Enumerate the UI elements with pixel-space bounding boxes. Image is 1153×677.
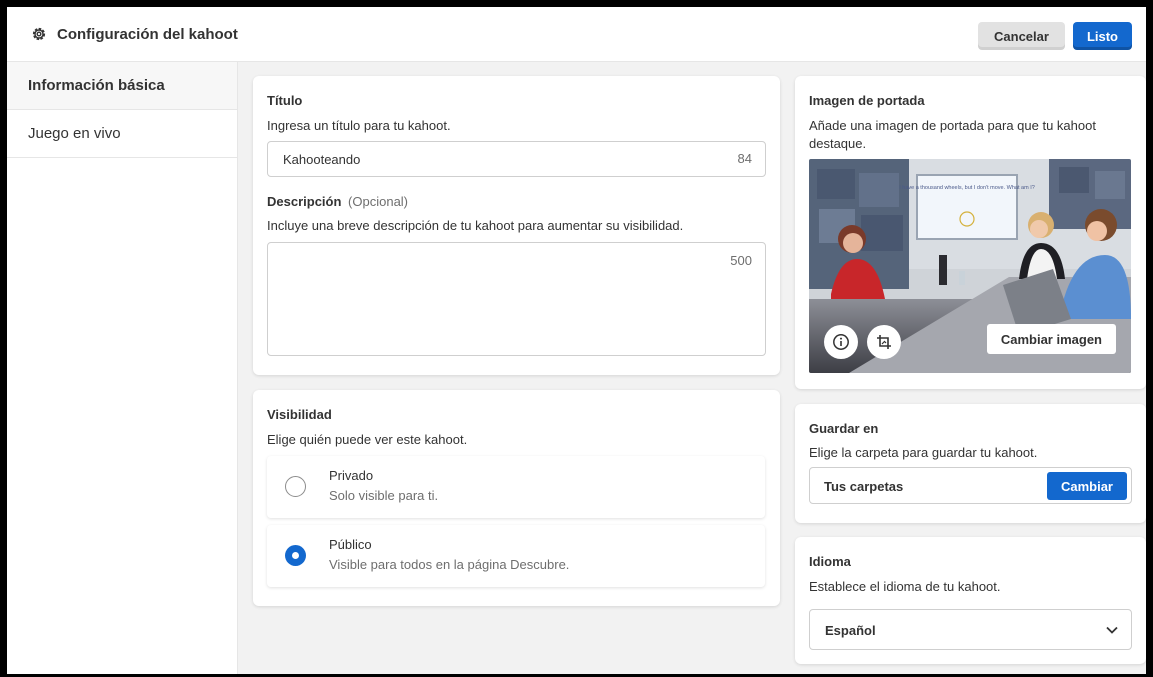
change-folder-button[interactable]: Cambiar [1046,472,1127,500]
sidebar-item-live-game[interactable]: Juego en vivo [7,110,237,158]
cover-image-card: Imagen de portada Añade una imagen de po… [795,76,1146,389]
title-hint: Ingresa un título para tu kahoot. [267,118,451,133]
visibility-option-private[interactable]: Privado Solo visible para ti. [267,456,765,518]
title-input[interactable]: Kahooteando 84 [267,141,766,177]
public-label: Público [329,537,372,552]
crop-icon [877,335,891,349]
description-textarea[interactable]: 500 [267,242,766,356]
language-card: Idioma Establece el idioma de tu kahoot.… [795,537,1146,664]
title-char-counter: 84 [737,151,752,166]
title-input-value: Kahooteando [283,152,361,167]
dialog-title: Configuración del kahoot [57,25,238,43]
cover-hint: Añade una imagen de portada para que tu … [809,118,1096,151]
info-icon [833,334,849,350]
sidebar-item-label: Información básica [28,77,165,94]
description-heading: Descripción (Opcional) [267,194,408,209]
save-to-card: Guardar en Elige la carpeta para guardar… [795,404,1146,523]
cancel-button[interactable]: Cancelar [978,22,1065,50]
settings-dialog: Configuración del kahoot Cancelar Listo … [7,7,1146,674]
gear-icon [31,26,47,42]
info-button[interactable] [824,325,858,359]
folder-selector: Tus carpetas Cambiar [809,467,1132,504]
language-select[interactable]: Español [809,609,1132,650]
description-heading-label: Descripción [267,194,342,209]
visibility-hint: Elige quién puede ver este kahoot. [267,432,468,447]
description-optional-label: (Opcional) [348,194,409,209]
visibility-card: Visibilidad Elige quién puede ver este k… [253,390,780,606]
folder-name: Tus carpetas [824,479,904,494]
cover-heading: Imagen de portada [809,93,925,108]
description-char-counter: 500 [730,253,752,268]
language-heading: Idioma [809,554,851,569]
change-image-button[interactable]: Cambiar imagen [986,324,1116,354]
sidebar-item-basic-info[interactable]: Información básica [7,62,237,110]
visibility-option-public[interactable]: Público Visible para todos en la página … [267,525,765,587]
private-description: Solo visible para ti. [329,488,439,503]
private-radio[interactable] [285,476,306,497]
private-label: Privado [329,468,374,483]
save-to-heading: Guardar en [809,421,879,436]
sidebar: Información básica Juego en vivo [7,62,238,674]
description-hint: Incluye una breve descripción de tu kaho… [267,218,684,233]
public-radio[interactable] [285,545,306,566]
done-button[interactable]: Listo [1072,22,1132,50]
save-to-hint: Elige la carpeta para guardar tu kahoot. [809,445,1038,460]
crop-button[interactable] [867,325,901,359]
public-description: Visible para todos en la página Descubre… [329,557,570,572]
sidebar-item-label: Juego en vivo [28,125,121,142]
dialog-header: Configuración del kahoot Cancelar Listo [7,7,1146,62]
chevron-down-icon [1106,626,1118,634]
cover-image: I have a thousand wheels, but I don't mo… [809,159,1131,373]
language-value: Español [825,623,876,638]
title-heading: Título [267,93,303,108]
screen-text: I have a thousand wheels, but I don't mo… [899,185,1035,191]
header-actions: Cancelar Listo [978,22,1132,50]
language-hint: Establece el idioma de tu kahoot. [809,579,1001,594]
visibility-heading: Visibilidad [267,407,332,422]
title-description-card: Título Ingresa un título para tu kahoot.… [253,76,780,375]
